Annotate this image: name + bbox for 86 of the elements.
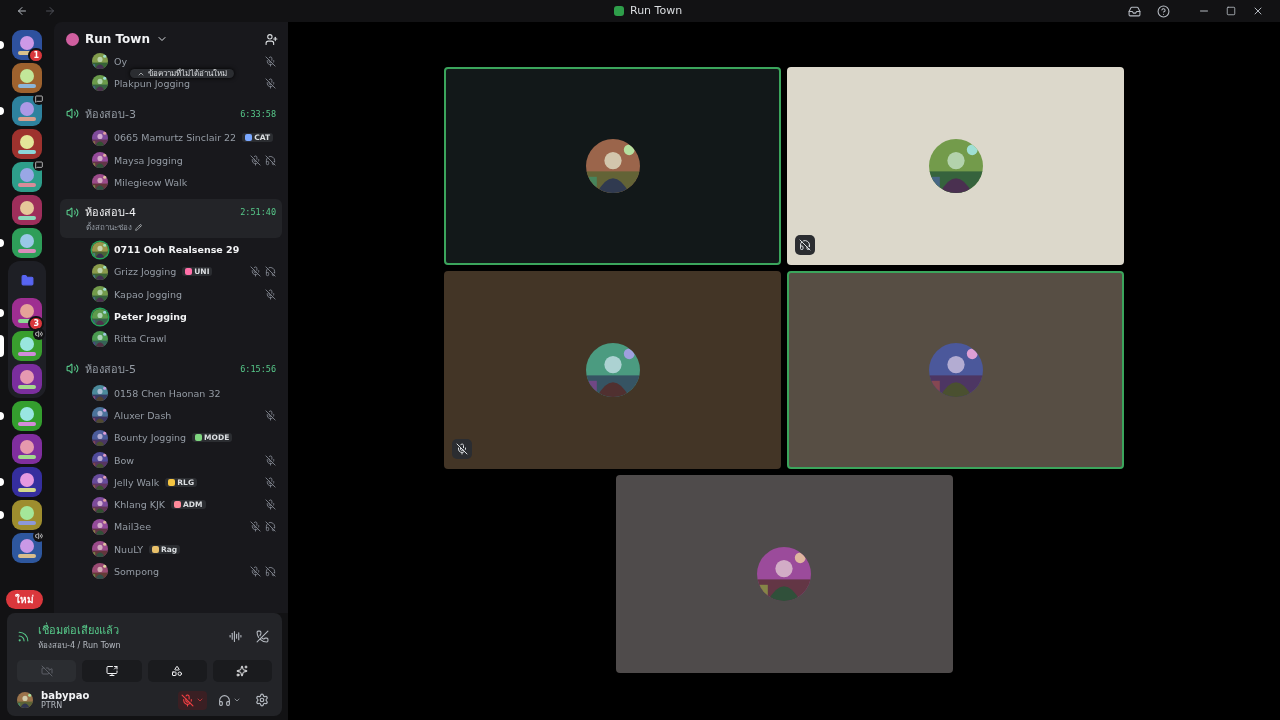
user-name[interactable]: 0665 Mamurtz Sinclair 22 xyxy=(114,132,237,144)
channel-status[interactable]: ตั้งสถานะช่อง xyxy=(86,221,132,235)
user-name[interactable]: Plakpun Jogging xyxy=(114,77,191,89)
caret-icon xyxy=(196,696,204,704)
user-name[interactable]: Sompong xyxy=(114,566,159,577)
video-tile[interactable] xyxy=(615,475,953,673)
new-messages-pill[interactable]: ใหม่ xyxy=(6,590,43,609)
user-name[interactable]: Peter Jogging xyxy=(114,311,187,322)
close-icon[interactable] xyxy=(1252,5,1264,17)
video-tile[interactable] xyxy=(444,271,781,469)
video-tile[interactable] xyxy=(787,271,1124,469)
soundboard-button[interactable] xyxy=(212,660,272,682)
server-icon xyxy=(66,32,79,46)
caret-icon xyxy=(233,696,241,704)
screen-share-icon xyxy=(105,665,118,677)
mic-off-icon xyxy=(181,693,194,707)
user-name[interactable]: Bow xyxy=(114,454,135,466)
server-icon[interactable] xyxy=(12,467,42,497)
user-name[interactable]: babypao xyxy=(41,690,90,701)
unread-tooltip[interactable]: ข้อความที่ไม่ได้อ่านใหม่ xyxy=(130,69,234,78)
server-icon[interactable] xyxy=(12,162,42,192)
server-icon[interactable] xyxy=(12,331,42,361)
channel-name: ห้องสอบ-3 xyxy=(85,106,136,123)
user-name[interactable]: 0711 Ooh Realsense 29 xyxy=(114,244,240,256)
server-icon[interactable] xyxy=(12,96,42,126)
channel-name: ห้องสอบ-5 xyxy=(85,361,136,378)
user-name[interactable]: 0158 Chen Haonan 32 xyxy=(114,387,221,399)
settings-icon xyxy=(255,693,269,707)
server-name[interactable]: Run Town xyxy=(85,32,150,46)
user-name[interactable]: Khlang KJK xyxy=(114,499,166,511)
video-tile[interactable] xyxy=(444,67,781,265)
voice-status[interactable]: เชื่อมต่อเสียงแล้ว xyxy=(38,621,121,639)
voice-location[interactable]: ห้องสอบ-4 / Run Town xyxy=(38,639,121,652)
channel-name: ห้องสอบ-4 xyxy=(85,205,136,222)
user-name[interactable]: Grizz Jogging xyxy=(114,266,177,278)
channel-timer: 6:33:58 xyxy=(240,108,276,119)
screen-share-button[interactable] xyxy=(82,660,142,682)
server-icon[interactable] xyxy=(12,30,42,60)
user-name[interactable]: Oy xyxy=(114,55,128,67)
server-icon[interactable] xyxy=(12,364,42,394)
mic-button[interactable] xyxy=(178,690,207,710)
inbox-icon[interactable] xyxy=(1128,4,1141,18)
server-icon[interactable] xyxy=(12,401,42,431)
sound-wave-icon xyxy=(229,630,242,643)
server-icon[interactable] xyxy=(12,500,42,530)
user-name[interactable]: Maysa Jogging xyxy=(114,154,183,166)
server-icon[interactable] xyxy=(12,533,42,563)
back-icon[interactable] xyxy=(16,5,28,17)
pencil-icon[interactable] xyxy=(135,224,142,232)
maximize-icon[interactable] xyxy=(1226,6,1236,16)
server-icon[interactable] xyxy=(12,129,42,159)
voice-channel[interactable]: ห้องสอบ-4 2:51:40 ตั้งสถานะช่อง xyxy=(60,199,282,239)
user-name[interactable]: Ritta Crawl xyxy=(114,333,167,345)
server-icon[interactable] xyxy=(12,298,42,328)
channel-timer: 2:51:40 xyxy=(240,207,276,218)
server-icon[interactable] xyxy=(12,63,42,93)
video-tile[interactable] xyxy=(787,67,1124,265)
user-name[interactable]: Jelly Walk xyxy=(114,476,160,488)
shapes-icon xyxy=(171,665,184,677)
user-name[interactable]: Bounty Jogging xyxy=(114,432,187,444)
server-icon xyxy=(614,5,624,16)
activities-button[interactable] xyxy=(147,660,207,682)
channel-timer: 6:15:56 xyxy=(240,363,276,374)
user-name[interactable]: Kapao Jogging xyxy=(114,288,182,300)
sparkles-icon xyxy=(236,665,249,677)
user-name[interactable]: Aluxer Dash xyxy=(114,409,172,421)
server-icon[interactable] xyxy=(12,195,42,225)
user-name[interactable]: Mail3ee xyxy=(114,521,152,533)
speaker-icon xyxy=(66,206,79,219)
user-name[interactable]: NuuLY xyxy=(114,543,143,555)
phone-off-icon xyxy=(256,630,269,643)
user-status: PTRN xyxy=(41,701,63,710)
speaker-icon xyxy=(66,107,79,121)
speaker-icon xyxy=(66,362,79,376)
invite-icon[interactable] xyxy=(265,32,278,46)
headphones-icon xyxy=(218,693,231,707)
voice-channel[interactable]: ห้องสอบ-3 6:33:58 xyxy=(60,100,282,127)
server-icon[interactable] xyxy=(12,228,42,258)
connection-icon xyxy=(17,630,30,643)
server-icon[interactable] xyxy=(12,434,42,464)
user-name[interactable]: Milegieow Walk xyxy=(114,176,188,188)
help-icon[interactable] xyxy=(1157,4,1170,18)
notification-badge: 1 xyxy=(28,48,44,63)
window-title: Run Town xyxy=(630,4,683,17)
voice-channel[interactable]: ห้องสอบ-5 6:15:56 xyxy=(60,355,282,382)
camera-off-icon xyxy=(40,665,53,677)
